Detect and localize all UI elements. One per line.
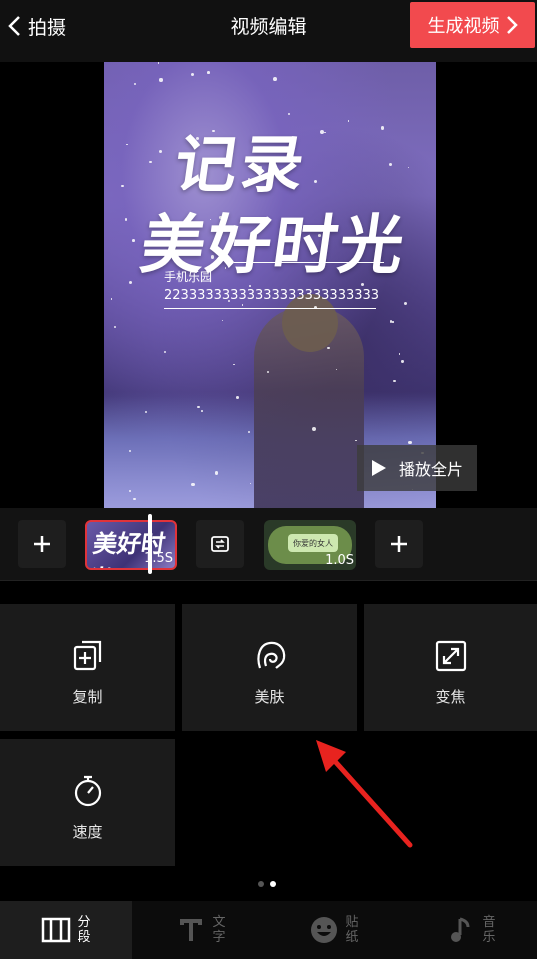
tool-beauty-button[interactable]: 美肤 <box>182 604 357 731</box>
clip2-duration: 1.0S <box>325 553 354 568</box>
bottom-nav: 分段 文字 贴纸 音乐 <box>0 901 537 959</box>
page-dot-1[interactable] <box>258 881 264 887</box>
text-icon <box>180 919 203 941</box>
snowflake <box>407 167 410 169</box>
add-clip-before-button[interactable] <box>18 520 66 568</box>
clip2-thumb-text: 你爱的女人 <box>288 534 338 552</box>
play-full-button[interactable]: 播放全片 <box>357 445 477 491</box>
annotation-arrow-icon <box>316 740 413 848</box>
nav-segment[interactable]: 分段 <box>0 901 132 959</box>
snowflake <box>125 218 128 221</box>
tool-zoom-button[interactable]: 变焦 <box>364 604 537 731</box>
snowflake <box>313 179 317 184</box>
snowflake <box>324 131 327 134</box>
snowflake <box>129 281 133 285</box>
add-clip-after-button[interactable] <box>375 520 423 568</box>
snowflake <box>110 298 113 300</box>
nav-sticker[interactable]: 贴纸 <box>268 901 400 959</box>
snowflake <box>113 326 116 329</box>
video-preview[interactable]: 记录 美好时光 手机乐园 22333333333333333333333333 <box>104 62 436 508</box>
segment-icon <box>42 917 71 943</box>
snowflake <box>164 351 167 354</box>
snowflake <box>207 71 210 75</box>
page-indicator <box>258 881 276 887</box>
timeline: 美好时光 1.5S 你爱的女人 1.0S <box>0 508 537 581</box>
preview-area: 记录 美好时光 手机乐园 22333333333333333333333333 … <box>0 62 537 508</box>
snowflake <box>392 321 394 323</box>
page-dot-2[interactable] <box>270 881 276 887</box>
sticker-icon <box>311 917 338 943</box>
snowflake <box>148 160 152 164</box>
music-icon <box>451 917 470 942</box>
snowflake <box>190 72 195 77</box>
snowflake <box>121 185 124 188</box>
nav-sticker-label: 贴纸 <box>345 915 359 945</box>
top-bar: 拍摄 视频编辑 生成视频 <box>0 0 537 62</box>
plus-icon <box>391 536 407 552</box>
tool-grid: 复制 美肤 变焦 速度 <box>0 581 537 901</box>
snowflake <box>320 129 325 134</box>
snowflake <box>132 239 136 243</box>
preview-digits: 22333333333333333333333333 <box>164 288 380 303</box>
chevron-right-icon <box>506 16 518 34</box>
snowflake <box>327 346 330 349</box>
tool-speed-button[interactable]: 速度 <box>0 739 175 866</box>
snowflake <box>398 353 401 355</box>
play-full-label: 播放全片 <box>398 460 463 479</box>
snowflake <box>159 150 163 154</box>
timeline-clip-2[interactable]: 你爱的女人 1.0S <box>264 520 356 570</box>
play-icon <box>371 460 386 476</box>
snowflake <box>197 405 200 408</box>
generate-video-label: 生成视频 <box>427 16 500 37</box>
snowflake <box>157 62 160 64</box>
snowflake <box>249 482 252 484</box>
snowflake <box>133 497 136 501</box>
beauty-face-icon <box>256 641 285 669</box>
plus-icon <box>34 536 50 552</box>
tool-beauty-label: 美肤 <box>254 688 285 706</box>
snowflake <box>404 301 408 306</box>
transition-icon <box>211 536 229 552</box>
snowflake <box>133 82 136 86</box>
snowflake <box>233 363 235 366</box>
tool-copy-label: 复制 <box>72 688 103 706</box>
snowflake <box>159 78 163 82</box>
tool-copy-button[interactable]: 复制 <box>0 604 175 731</box>
snowflake <box>272 77 277 82</box>
zoom-icon <box>435 640 466 672</box>
nav-music-label: 音乐 <box>482 915 496 945</box>
copy-add-icon <box>73 640 101 671</box>
preview-title-line1: 记录 <box>170 128 313 201</box>
timeline-clip-1[interactable]: 美好时光 1.5S <box>85 520 177 570</box>
snowflake <box>380 126 385 130</box>
playhead[interactable] <box>148 514 152 574</box>
nav-text[interactable]: 文字 <box>135 901 267 959</box>
snowflake <box>401 360 404 363</box>
snowflake <box>241 304 244 306</box>
nav-text-label: 文字 <box>212 915 226 945</box>
snowflake <box>214 471 218 475</box>
transition-button[interactable] <box>196 520 244 568</box>
preview-signature: 手机乐园 <box>164 270 213 284</box>
generate-video-button[interactable]: 生成视频 <box>410 2 535 48</box>
snowflake <box>389 163 393 167</box>
nav-music[interactable]: 音乐 <box>405 901 537 959</box>
digits-underline <box>164 308 376 309</box>
speed-timer-icon <box>74 775 101 807</box>
snowflake <box>191 482 195 487</box>
snowflake <box>393 379 396 382</box>
signature-divider <box>234 262 384 263</box>
snowflake <box>126 143 128 146</box>
nav-segment-label: 分段 <box>77 915 91 945</box>
snowflake <box>347 120 350 122</box>
snowflake <box>222 319 224 321</box>
snowflake <box>201 409 203 412</box>
tool-zoom-label: 变焦 <box>435 688 466 706</box>
tool-speed-label: 速度 <box>72 823 103 841</box>
snowflake <box>235 395 239 399</box>
